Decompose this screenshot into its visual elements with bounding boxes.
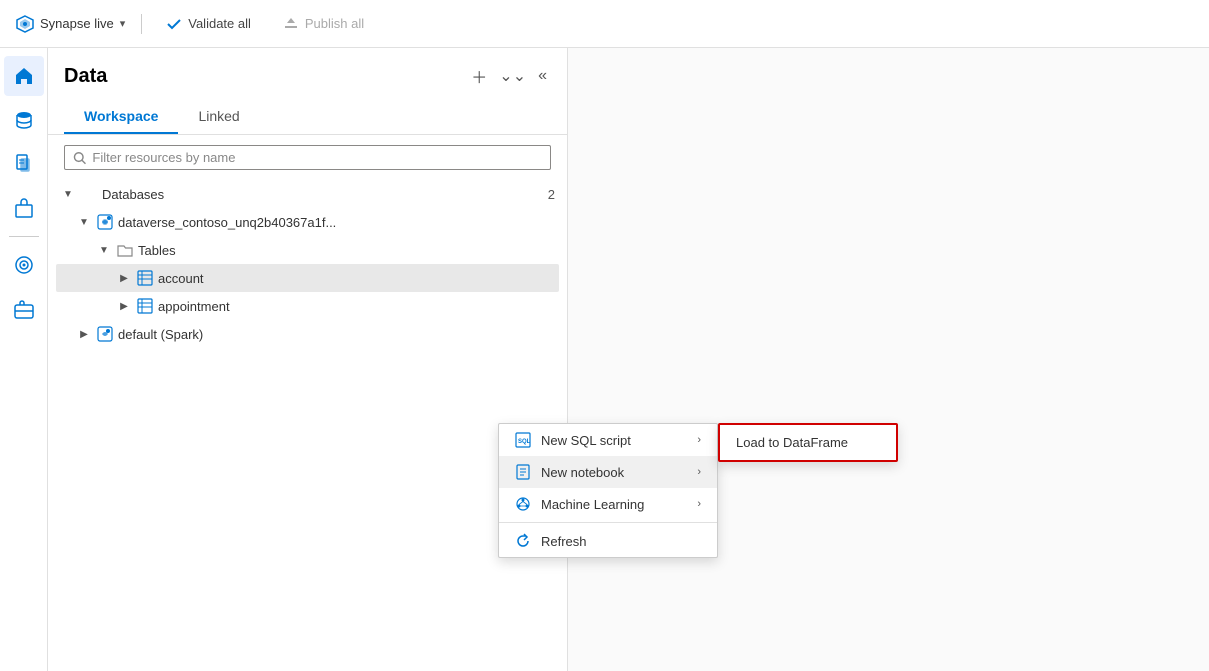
left-nav [0,48,48,671]
ml-icon [515,496,531,512]
synapse-icon [16,15,34,33]
main-layout: Data ＋ ⌄⌄ « Workspace Linked ▼ [0,48,1209,671]
briefcase-icon [13,298,35,320]
tab-linked[interactable]: Linked [178,100,259,134]
item-left: Refresh [515,533,587,549]
load-dataframe-label: Load to DataFrame [736,435,848,450]
validate-icon [166,16,182,32]
document-icon [13,153,35,175]
side-panel: Data ＋ ⌄⌄ « Workspace Linked ▼ [48,48,568,671]
nav-divider [9,236,39,237]
target-icon [13,254,35,276]
add-button[interactable]: ＋ [467,60,491,92]
item-left: New notebook [515,464,624,480]
tab-workspace[interactable]: Workspace [64,100,178,134]
collapse-panel-button[interactable]: « [534,60,551,92]
submenu: Load to DataFrame [718,423,898,462]
folder-icon [116,241,134,259]
chevron-right-icon: › [697,466,701,478]
sql-icon: SQL [515,432,531,448]
nav-database[interactable] [4,100,44,140]
context-menu-item-ml[interactable]: Machine Learning › [499,488,717,520]
tree-row[interactable]: ▼ Databases 2 [56,180,559,208]
chevron-down-icon: ▾ [120,17,126,30]
context-menu-item-refresh[interactable]: Refresh [499,525,717,557]
publish-icon [283,16,299,32]
search-input[interactable] [92,150,542,165]
nav-document[interactable] [4,144,44,184]
panel-actions: ＋ ⌄⌄ « [467,60,551,92]
refresh-icon [515,533,531,549]
account-label: account [158,271,555,286]
tree-row[interactable]: ▶ appointment [56,292,559,320]
search-icon [73,151,86,165]
nav-target[interactable] [4,245,44,285]
workspace-selector[interactable]: Synapse live ▾ [16,15,125,33]
expand-icon: ▶ [116,270,132,286]
tree: ▼ Databases 2 ▼ dataverse_contoso_unq2b4… [48,180,567,671]
table-icon [136,297,154,315]
spark-icon [96,325,114,343]
notebook-label: New notebook [541,465,624,480]
chevron-right-icon: › [697,498,701,510]
main-content [568,48,1209,671]
panel-header: Data ＋ ⌄⌄ « [48,48,567,92]
databases-count: 2 [548,187,555,202]
ml-label: Machine Learning [541,497,644,512]
package-icon [13,197,35,219]
expand-icon: ▶ [76,326,92,342]
search-box [64,145,551,170]
home-icon [13,65,35,87]
appointment-label: appointment [158,299,555,314]
validate-all-button[interactable]: Validate all [158,12,259,36]
chevron-right-icon: › [697,434,701,446]
topbar: Synapse live ▾ Validate all Publish all [0,0,1209,48]
collapse-icon: ▼ [76,214,92,230]
databases-label: Databases [102,187,540,202]
tree-row[interactable]: ▼ Tables [56,236,559,264]
publish-all-button[interactable]: Publish all [275,12,372,36]
tree-row[interactable]: ▶ account [56,264,559,292]
tree-row[interactable]: ▶ default (Spark) [56,320,559,348]
item-left: SQL New SQL script [515,432,631,448]
refresh-label: Refresh [541,534,587,549]
panel-title: Data [64,65,107,88]
context-menu: SQL New SQL script › New notebook › [498,423,718,558]
table-icon [136,269,154,287]
spark-label: default (Spark) [118,327,555,342]
tables-label: Tables [138,243,555,258]
svg-text:SQL: SQL [518,439,531,445]
collapse-icon: ▼ [96,242,112,258]
database-icon [13,109,35,131]
sql-label: New SQL script [541,433,631,448]
tree-row[interactable]: ▼ dataverse_contoso_unq2b40367a1f... [56,208,559,236]
context-menu-item-notebook[interactable]: New notebook › [499,456,717,488]
nav-briefcase[interactable] [4,289,44,329]
expand-button[interactable]: ⌄⌄ [495,60,530,92]
search-container [48,135,567,180]
divider [499,522,717,523]
workspace-name: Synapse live [40,16,114,31]
context-menu-item-sql[interactable]: SQL New SQL script › [499,424,717,456]
collapse-icon: ▼ [60,186,76,202]
divider [141,14,142,34]
nav-package[interactable] [4,188,44,228]
nav-home[interactable] [4,56,44,96]
submenu-item-load-dataframe[interactable]: Load to DataFrame [720,425,896,460]
databases-icon [80,185,98,203]
dataverse-label: dataverse_contoso_unq2b40367a1f... [118,215,555,230]
dataverse-icon [96,213,114,231]
tabs: Workspace Linked [48,92,567,135]
expand-icon: ▶ [116,298,132,314]
item-left: Machine Learning [515,496,644,512]
notebook-icon [515,464,531,480]
